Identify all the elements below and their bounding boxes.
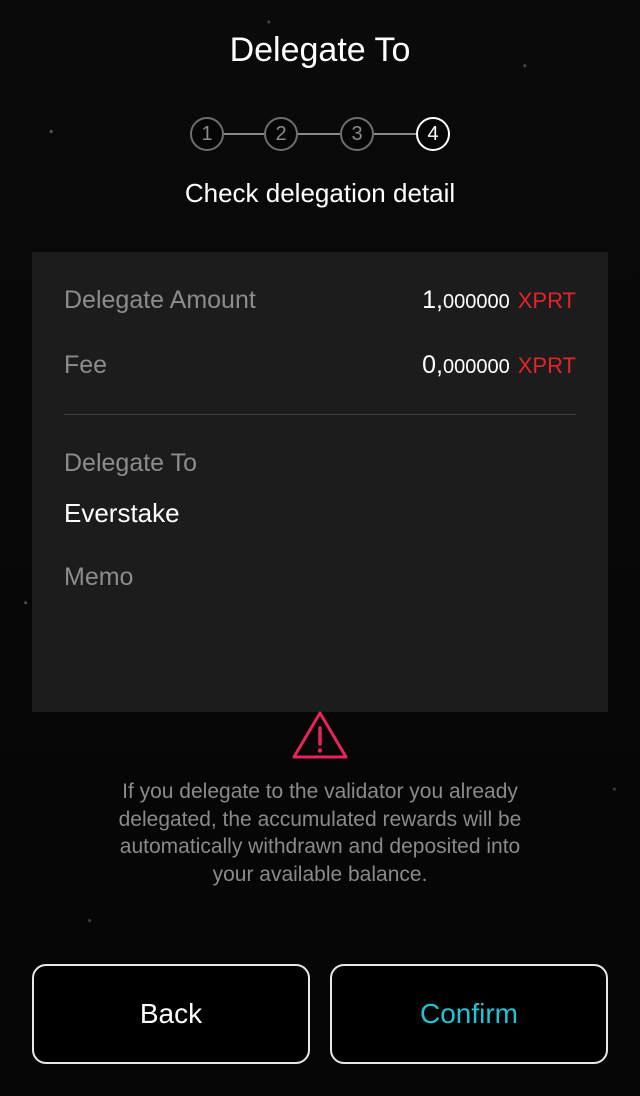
amount-decimals: 000000 bbox=[442, 291, 510, 313]
step-2: 2 bbox=[264, 117, 298, 151]
fee-unit: XPRT bbox=[517, 353, 576, 378]
fee-label: Fee bbox=[64, 351, 108, 379]
fee-integer: 0, bbox=[422, 351, 443, 379]
delegation-detail-card: Delegate Amount 1,000000 XPRT Fee 0,00000… bbox=[32, 252, 608, 712]
amount-integer: 1, bbox=[422, 286, 443, 314]
delegate-screen: Delegate To 1 2 3 4 Check delegation det… bbox=[0, 0, 640, 1096]
step-connector bbox=[224, 133, 264, 135]
delegate-amount-label: Delegate Amount bbox=[64, 286, 256, 314]
divider bbox=[64, 414, 576, 415]
delegate-to-label: Delegate To bbox=[64, 449, 197, 477]
step-4-current: 4 bbox=[416, 117, 450, 151]
step-indicator: 1 2 3 4 bbox=[190, 117, 450, 151]
fee-decimals: 000000 bbox=[442, 356, 510, 378]
memo-label: Memo bbox=[64, 563, 134, 591]
step-1: 1 bbox=[190, 117, 224, 151]
step-3: 3 bbox=[340, 117, 374, 151]
step-connector bbox=[298, 133, 340, 135]
page-title: Delegate To bbox=[229, 31, 411, 69]
amount-unit: XPRT bbox=[517, 288, 576, 313]
validator-name: Everstake bbox=[64, 498, 180, 528]
delegate-amount-value: 1,000000 XPRT bbox=[422, 284, 576, 318]
back-button[interactable]: Back bbox=[32, 964, 310, 1064]
warning-triangle-icon bbox=[292, 711, 348, 759]
step-subtitle: Check delegation detail bbox=[184, 178, 456, 208]
step-connector bbox=[374, 133, 416, 135]
confirm-button[interactable]: Confirm bbox=[330, 964, 608, 1064]
warning-message: If you delegate to the validator you alr… bbox=[118, 780, 522, 886]
fee-value: 0,000000 XPRT bbox=[422, 349, 576, 383]
